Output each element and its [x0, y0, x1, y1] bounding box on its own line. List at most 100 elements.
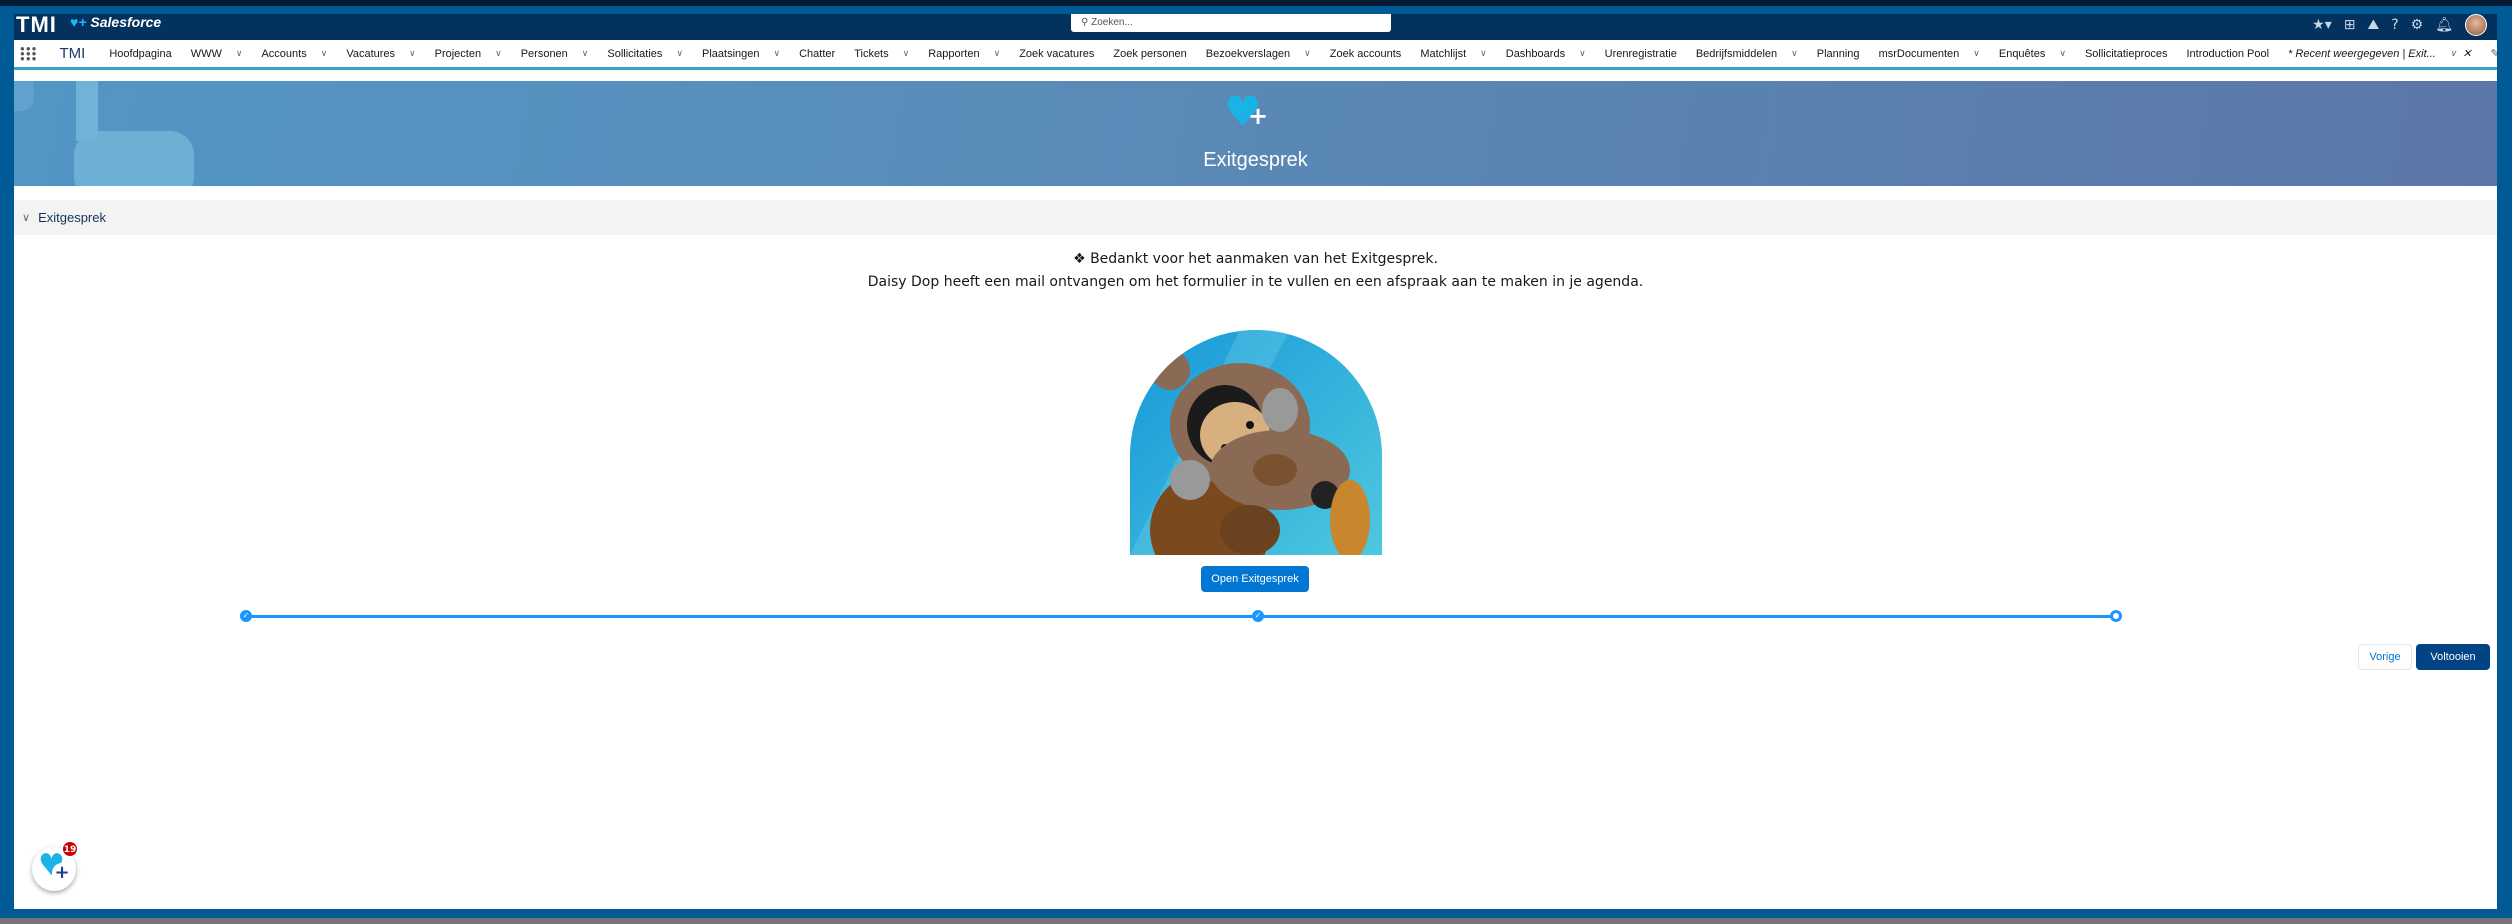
gear-icon[interactable]: ⚙	[2411, 17, 2424, 33]
nav-item-label: Zoek vacatures	[1019, 47, 1095, 60]
chevron-down-icon: ∨	[22, 212, 31, 224]
salesforce-app: TMI ♥+ Salesforce ⚲ Zoeken... ★▾ ⊞ ⛰ ? ⚙…	[14, 14, 2497, 909]
nav-item-label: Urenregistratie	[1604, 47, 1677, 60]
nav-item-bedrijfsmiddelen[interactable]: Bedrijfsmiddelen ∨	[1696, 48, 1798, 60]
nav-item-enqu-tes[interactable]: Enquêtes ∨	[1999, 48, 2066, 60]
nav-item-label: Bezoekverslagen	[1205, 47, 1291, 60]
chevron-down-icon[interactable]: ∨	[994, 48, 1001, 59]
chevron-down-icon[interactable]: ∨	[2450, 48, 2457, 59]
nav-item-label: msrDocumenten	[1878, 47, 1960, 60]
banner-title: Exitgesprek	[1203, 149, 1308, 171]
chevron-down-icon[interactable]: ∨	[1304, 48, 1311, 59]
nav-item-plaatsingen[interactable]: Plaatsingen ∨	[702, 48, 780, 60]
nav-item-label: Introduction Pool	[2186, 47, 2270, 60]
nav-item-label: Projecten	[434, 47, 482, 60]
nav-item-label: Chatter	[799, 47, 836, 60]
nav-item-zoek-accounts[interactable]: Zoek accounts	[1330, 48, 1402, 60]
nav-item-urenregistratie[interactable]: Urenregistratie	[1605, 48, 1677, 60]
nav-tab-recent[interactable]: * Recent weergegeven | Exit... ∨ ✕	[2288, 47, 2472, 61]
nav-item-dashboards[interactable]: Dashboards ∨	[1506, 48, 1586, 60]
nav-item-label: Bedrijfsmiddelen	[1695, 47, 1778, 60]
help-icon[interactable]: ?	[2391, 17, 2398, 33]
trailhead-icon[interactable]: ⛰	[2367, 17, 2379, 33]
chevron-down-icon[interactable]: ∨	[1973, 48, 1980, 59]
nav-item-matchlijst[interactable]: Matchlijst ∨	[1420, 48, 1486, 60]
nav-item-bezoekverslagen[interactable]: Bezoekverslagen ∨	[1206, 48, 1311, 60]
nav-item-personen[interactable]: Personen ∨	[521, 48, 589, 60]
chevron-down-icon[interactable]: ∨	[676, 48, 683, 59]
chevron-down-icon[interactable]: ∨	[321, 48, 328, 59]
nav-item-zoek-personen[interactable]: Zoek personen	[1113, 48, 1186, 60]
previous-button[interactable]: Vorige	[2358, 644, 2412, 670]
chevron-down-icon[interactable]: ∨	[582, 48, 589, 59]
nav-item-hoofdpagina[interactable]: Hoofdpagina	[109, 48, 171, 60]
navigation-bar: ●●● ●●● ●●● TMI Hoofdpagina WWW ∨ Accounts ∨ Va…	[14, 40, 2497, 70]
chevron-down-icon[interactable]: ∨	[2059, 48, 2066, 59]
nav-item-label: Zoek accounts	[1329, 47, 1402, 60]
header-icons: ★▾ ⊞ ⛰ ? ⚙ 🔔︎	[2312, 14, 2487, 36]
flow-banner: ♥ + Exitgesprek	[14, 81, 2497, 186]
avatar[interactable]	[2465, 14, 2487, 36]
section-header-toggle[interactable]: ∨ Exitgesprek	[14, 200, 2497, 235]
cloud-plus-icon: ♥+	[70, 14, 87, 30]
nav-item-zoek-vacatures[interactable]: Zoek vacatures	[1019, 48, 1094, 60]
nav-item-label: Hoofdpagina	[109, 47, 172, 60]
nav-tab-label: * Recent weergegeven | Exit...	[2288, 47, 2436, 60]
open-exitgesprek-button[interactable]: Open Exitgesprek	[1201, 566, 1309, 592]
mail-message: Daisy Dop heeft een mail ontvangen om he…	[867, 274, 1644, 290]
nav-item-label: Sollicitatieproces	[2084, 47, 2168, 60]
nav-item-sollicitaties[interactable]: Sollicitaties ∨	[607, 48, 683, 60]
global-search-input[interactable]: ⚲ Zoeken...	[1071, 14, 1391, 32]
nav-item-label: WWW	[190, 47, 222, 60]
nav-item-accounts[interactable]: Accounts ∨	[261, 48, 327, 60]
nav-item-planning[interactable]: Planning	[1817, 48, 1860, 60]
nav-item-label: Matchlijst	[1420, 47, 1467, 60]
plus-icon: +	[1248, 102, 1269, 130]
progress-step-complete-icon: ✓	[1252, 610, 1264, 622]
favorites-star-icon[interactable]: ★▾	[2312, 17, 2332, 33]
chevron-down-icon[interactable]: ∨	[1791, 48, 1798, 59]
decor-shape	[14, 81, 34, 111]
nav-item-label: Sollicitaties	[607, 47, 663, 60]
notification-badge: 19	[62, 841, 78, 857]
chevron-down-icon[interactable]: ∨	[1480, 48, 1487, 59]
nav-item-rapporten[interactable]: Rapporten ∨	[928, 48, 1000, 60]
nav-item-tickets[interactable]: Tickets ∨	[854, 48, 909, 60]
edit-nav-icon[interactable]: ✎	[2491, 47, 2497, 60]
nav-item-label: Enquêtes	[1998, 47, 2046, 60]
chevron-down-icon[interactable]: ∨	[903, 48, 910, 59]
bell-icon[interactable]: 🔔︎	[2435, 17, 2453, 33]
app-launcher-icon[interactable]: ●●● ●●● ●●●	[20, 45, 38, 63]
nav-item-label: Planning	[1816, 47, 1860, 60]
nav-item-label: Plaatsingen	[702, 47, 760, 60]
chevron-down-icon[interactable]: ∨	[409, 48, 416, 59]
nav-item-sollicitatieproces[interactable]: Sollicitatieproces	[2085, 48, 2168, 60]
plus-icon: +	[52, 863, 72, 883]
nav-item-label: Accounts	[261, 47, 307, 60]
progress-step-current-icon	[2110, 610, 2122, 622]
global-actions-icon[interactable]: ⊞	[2344, 17, 2356, 33]
nav-item-projecten[interactable]: Projecten ∨	[435, 48, 502, 60]
progress-line-completed	[1258, 615, 2118, 618]
global-header: TMI ♥+ Salesforce ⚲ Zoeken... ★▾ ⊞ ⛰ ? ⚙…	[14, 14, 2497, 40]
nav-item-label: Personen	[520, 47, 568, 60]
nav-item-chatter[interactable]: Chatter	[799, 48, 835, 60]
nav-item-label: Dashboards	[1505, 47, 1566, 60]
close-icon[interactable]: ✕	[2462, 47, 2471, 60]
chevron-down-icon[interactable]: ∨	[1579, 48, 1586, 59]
nav-item-label: Vacatures	[346, 47, 396, 60]
thanks-message: ❖ Bedankt voor het aanmaken van het Exit…	[1073, 251, 1438, 267]
nav-item-introduction-pool[interactable]: Introduction Pool	[2186, 48, 2269, 60]
nav-item-www[interactable]: WWW ∨	[191, 48, 243, 60]
chevron-down-icon[interactable]: ∨	[236, 48, 243, 59]
nav-item-msrdocumenten[interactable]: msrDocumenten ∨	[1879, 48, 1980, 60]
finish-button[interactable]: Voltooien	[2416, 644, 2490, 670]
search-icon: ⚲	[1081, 17, 1092, 28]
nav-item-vacatures[interactable]: Vacatures ∨	[346, 48, 415, 60]
section-title: Exitgesprek	[38, 210, 106, 225]
chevron-down-icon[interactable]: ∨	[495, 48, 502, 59]
exitgesprek-utility-button[interactable]: ♥ + 19	[32, 841, 78, 891]
salesforce-logo: ♥+ Salesforce	[70, 14, 162, 30]
taskbar-edge	[0, 918, 2512, 924]
chevron-down-icon[interactable]: ∨	[774, 48, 781, 59]
